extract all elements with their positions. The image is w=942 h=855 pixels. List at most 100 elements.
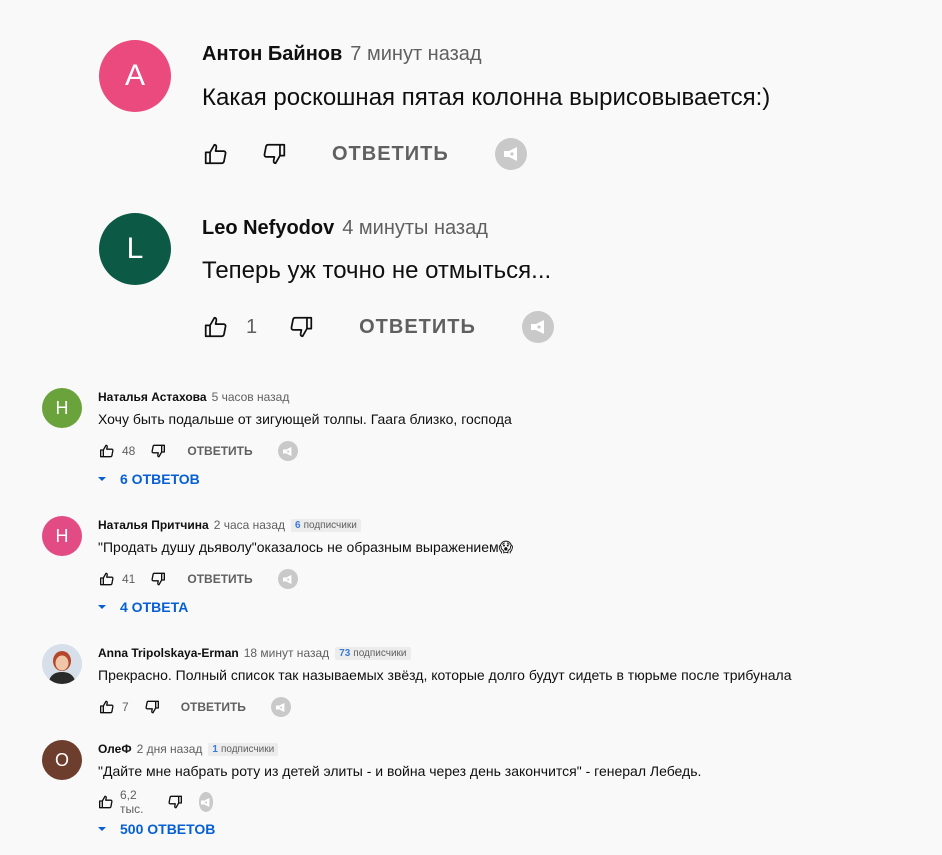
voice-reply-button[interactable] bbox=[494, 138, 527, 170]
avatar-letter: Н bbox=[55, 397, 69, 418]
like-count: 1 bbox=[246, 315, 258, 338]
thumbs-down-icon bbox=[290, 316, 313, 338]
comment-time[interactable]: 18 минут назад bbox=[244, 646, 329, 660]
view-replies-button[interactable]: 4 ОТВЕТА bbox=[96, 599, 188, 615]
voice-reply-icon bbox=[276, 702, 285, 712]
thumbs-up-icon bbox=[100, 700, 114, 714]
thumbs-down-icon bbox=[145, 700, 159, 714]
reply-button[interactable]: ОТВЕТИТЬ bbox=[187, 444, 252, 458]
view-replies-button[interactable]: 6 ОТВЕТОВ bbox=[96, 471, 200, 487]
thumbs-down-icon bbox=[263, 143, 286, 165]
dislike-button[interactable] bbox=[149, 442, 167, 460]
thumbs-up-icon bbox=[204, 143, 227, 165]
voice-reply-button[interactable] bbox=[521, 311, 554, 343]
subscriber-label: подписчики bbox=[220, 743, 275, 755]
thumbs-up-icon bbox=[204, 316, 227, 338]
like-count: 6,2 тыс. bbox=[120, 788, 144, 816]
chevron-down-icon bbox=[98, 827, 106, 831]
comment-author[interactable]: Антон Байнов bbox=[202, 43, 342, 66]
user-photo-icon bbox=[42, 644, 82, 684]
like-count: 48 bbox=[122, 444, 136, 458]
comment-actions: 1 ОТВЕТИТЬ bbox=[202, 311, 554, 343]
voice-reply-icon bbox=[530, 320, 544, 334]
like-count: 41 bbox=[122, 572, 136, 586]
view-replies-button[interactable]: 500 ОТВЕТОВ bbox=[96, 821, 215, 837]
voice-reply-button[interactable] bbox=[277, 441, 298, 461]
subscriber-label: подписчики bbox=[303, 519, 357, 531]
chevron-down-icon bbox=[98, 605, 106, 609]
subscriber-count: 73 bbox=[339, 647, 351, 659]
comment-author[interactable]: Наталья Астахова bbox=[98, 390, 207, 404]
comment-header: Наталья Притчина 2 часа назад 6 подписчик… bbox=[98, 517, 361, 533]
like-button[interactable] bbox=[98, 793, 114, 811]
chevron-down-icon bbox=[98, 477, 106, 481]
avatar-letter: Н bbox=[55, 525, 69, 546]
voice-reply-button[interactable] bbox=[277, 569, 298, 589]
comment-header: Leo Nefyodov 4 минуты назад bbox=[202, 217, 488, 240]
dislike-button[interactable] bbox=[167, 793, 183, 811]
comment-header: Наталья Астахова 5 часов назад bbox=[98, 389, 289, 405]
voice-reply-icon bbox=[201, 797, 210, 807]
comment-actions: 48 ОТВЕТИТЬ bbox=[98, 441, 298, 461]
voice-reply-button[interactable] bbox=[270, 697, 291, 717]
like-button[interactable] bbox=[98, 698, 116, 716]
dislike-button[interactable] bbox=[260, 140, 288, 168]
subscriber-badge: 6 подписчики bbox=[291, 518, 361, 532]
comment-text: Прекрасно. Полный список так называемых … bbox=[98, 667, 792, 683]
comment-actions: 41 ОТВЕТИТЬ bbox=[98, 569, 298, 589]
subscriber-label: подписчики bbox=[353, 647, 407, 659]
voice-reply-button[interactable] bbox=[198, 792, 214, 812]
reply-button[interactable]: ОТВЕТИТЬ bbox=[187, 572, 252, 586]
voice-reply-icon bbox=[283, 446, 292, 456]
subscriber-badge: 73 подписчики bbox=[335, 646, 411, 660]
avatar[interactable]: О bbox=[42, 740, 82, 780]
avatar-letter: А bbox=[124, 59, 145, 92]
like-button[interactable] bbox=[98, 570, 116, 588]
thumbs-up-icon bbox=[99, 795, 113, 809]
like-button[interactable] bbox=[202, 140, 230, 168]
avatar-letter: L bbox=[126, 232, 144, 265]
subscriber-count: 1 bbox=[212, 743, 218, 755]
comment-header: Anna Tripolskaya-Erman 18 минут назад 73… bbox=[98, 645, 411, 661]
dislike-button[interactable] bbox=[287, 313, 315, 341]
avatar-letter: О bbox=[54, 749, 69, 770]
comment-author[interactable]: Leo Nefyodov bbox=[202, 217, 334, 240]
subscriber-badge: 1 подписчики bbox=[208, 742, 279, 756]
view-replies-label: 6 ОТВЕТОВ bbox=[120, 471, 200, 487]
comment-author[interactable]: Наталья Притчина bbox=[98, 518, 209, 532]
view-replies-label: 500 ОТВЕТОВ bbox=[120, 821, 216, 837]
voice-reply-icon bbox=[283, 574, 292, 584]
like-button[interactable] bbox=[98, 442, 116, 460]
dislike-button[interactable] bbox=[149, 570, 167, 588]
reply-button[interactable]: ОТВЕТИТЬ bbox=[359, 316, 476, 339]
comment-text: Теперь уж точно не отмыться... bbox=[202, 257, 552, 284]
avatar[interactable]: Н bbox=[42, 388, 82, 428]
comment-time[interactable]: 5 часов назад bbox=[212, 390, 290, 404]
thumbs-down-icon bbox=[167, 795, 182, 809]
avatar[interactable]: А bbox=[99, 40, 171, 112]
comment-text: Какая роскошная пятая колонна вырисовыва… bbox=[202, 84, 771, 111]
reply-button[interactable]: ОТВЕТИТЬ bbox=[332, 143, 449, 166]
avatar[interactable]: L bbox=[99, 213, 171, 285]
thumbs-up-icon bbox=[100, 572, 114, 586]
comment-time[interactable]: 2 дня назад bbox=[137, 742, 203, 756]
comment-author[interactable]: Anna Tripolskaya-Erman bbox=[98, 646, 239, 660]
comment-time[interactable]: 7 минут назад bbox=[350, 43, 481, 66]
thumbs-up-icon bbox=[100, 444, 114, 458]
dislike-button[interactable] bbox=[143, 698, 161, 716]
comment-time[interactable]: 4 минуты назад bbox=[342, 217, 488, 240]
voice-reply-icon bbox=[503, 147, 517, 161]
comment-text: Хочу быть подальше от зигующей толпы. Га… bbox=[98, 411, 512, 427]
comment-actions: 6,2 тыс. bbox=[98, 788, 214, 816]
avatar[interactable] bbox=[42, 644, 82, 684]
like-count: 7 bbox=[122, 700, 129, 714]
comment-author[interactable]: ОлеФ bbox=[98, 742, 132, 756]
like-button[interactable] bbox=[202, 313, 230, 341]
comment-time[interactable]: 2 часа назад bbox=[214, 518, 285, 532]
comment-header: Антон Байнов 7 минут назад bbox=[202, 43, 482, 66]
reply-button[interactable]: ОТВЕТИТЬ bbox=[181, 700, 246, 714]
thumbs-down-icon bbox=[151, 572, 166, 586]
comment-text: "Продать душу дьяволу"оказалось не образ… bbox=[98, 539, 514, 555]
avatar[interactable]: Н bbox=[42, 516, 82, 556]
comment-text: "Дайте мне набрать роту из детей элиты -… bbox=[98, 763, 702, 779]
